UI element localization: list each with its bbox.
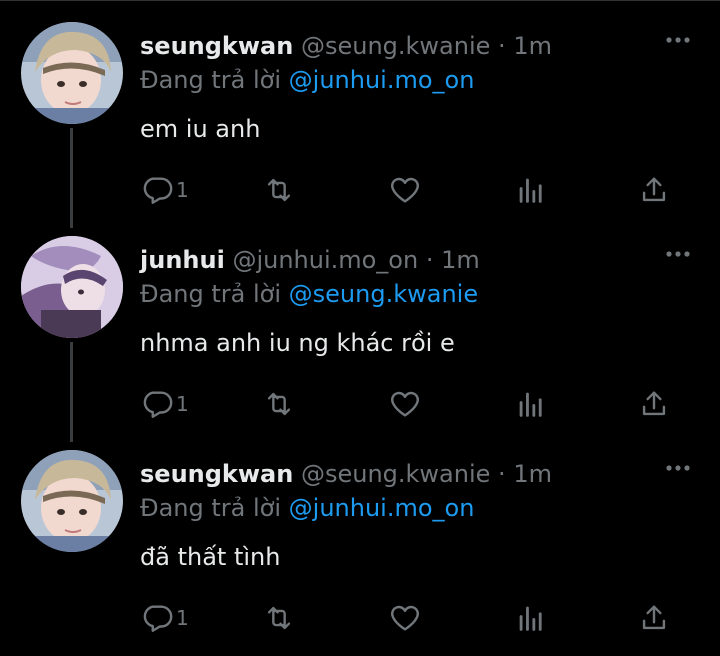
- junhui-avatar-image: [21, 236, 123, 338]
- more-icon[interactable]: [664, 456, 692, 480]
- views-icon: [519, 178, 542, 203]
- tweet-header: seungkwan @seung.kwanie · 1m: [140, 458, 552, 490]
- reply-button[interactable]: 1: [140, 170, 189, 210]
- tweet-header: junhui @junhui.mo_on · 1m: [140, 244, 480, 276]
- like-icon: [391, 605, 419, 631]
- tweet-text: đã thất tình: [140, 543, 281, 571]
- reply-prefix: Đang trả lời: [140, 66, 282, 94]
- like-button[interactable]: [388, 384, 422, 424]
- like-icon: [391, 391, 419, 417]
- reply-button[interactable]: 1: [140, 598, 189, 638]
- reply-count: 1: [176, 178, 189, 202]
- share-icon: [642, 391, 666, 416]
- display-name[interactable]: junhui: [140, 246, 225, 274]
- reply-prefix: Đang trả lời: [140, 280, 282, 308]
- user-handle[interactable]: @seung.kwanie: [301, 460, 490, 488]
- retweet-button[interactable]: [262, 384, 296, 424]
- mention-link[interactable]: @seung.kwanie: [289, 280, 478, 308]
- share-icon: [642, 177, 666, 202]
- reply-count: 1: [176, 392, 189, 416]
- timestamp[interactable]: 1m: [513, 460, 552, 488]
- more-icon[interactable]: [664, 242, 692, 266]
- views-button[interactable]: [514, 170, 548, 210]
- mention-link[interactable]: @junhui.mo_on: [289, 66, 475, 94]
- tweet[interactable]: seungkwan @seung.kwanie · 1m Đang trả lờ…: [0, 0, 720, 214]
- retweet-icon: [267, 392, 291, 416]
- reply-icon: [143, 177, 173, 204]
- retweet-icon: [267, 178, 291, 202]
- user-handle[interactable]: @seung.kwanie: [301, 32, 490, 60]
- action-bar: 1: [0, 384, 720, 424]
- like-icon: [391, 177, 419, 203]
- timestamp[interactable]: 1m: [441, 246, 480, 274]
- reply-count: 1: [176, 606, 189, 630]
- separator-dot: ·: [498, 32, 506, 60]
- retweet-button[interactable]: [262, 170, 296, 210]
- share-icon: [642, 605, 666, 630]
- views-button[interactable]: [514, 598, 548, 638]
- display-name[interactable]: seungkwan: [140, 32, 293, 60]
- share-button[interactable]: [637, 170, 671, 210]
- views-icon: [519, 606, 542, 631]
- share-button[interactable]: [637, 384, 671, 424]
- retweet-button[interactable]: [262, 598, 296, 638]
- tweet[interactable]: seungkwan @seung.kwanie · 1m Đang trả lờ…: [0, 428, 720, 642]
- tweet-text: nhma anh iu ng khác rồi e: [140, 329, 455, 357]
- action-bar: 1: [0, 598, 720, 638]
- retweet-icon: [267, 606, 291, 630]
- like-button[interactable]: [388, 598, 422, 638]
- replying-to: Đang trả lời @junhui.mo_on: [140, 64, 474, 96]
- reply-button[interactable]: 1: [140, 384, 189, 424]
- avatar[interactable]: [21, 22, 123, 124]
- reply-icon: [143, 391, 173, 418]
- avatar[interactable]: [21, 236, 123, 338]
- reply-prefix: Đang trả lời: [140, 494, 282, 522]
- action-bar: 1: [0, 170, 720, 210]
- separator-dot: ·: [498, 460, 506, 488]
- avatar[interactable]: [21, 450, 123, 552]
- display-name[interactable]: seungkwan: [140, 460, 293, 488]
- share-button[interactable]: [637, 598, 671, 638]
- tweet[interactable]: junhui @junhui.mo_on · 1m Đang trả lời @…: [0, 214, 720, 428]
- views-icon: [519, 392, 542, 417]
- timestamp[interactable]: 1m: [513, 32, 552, 60]
- seungkwan-avatar-image: [21, 22, 123, 124]
- reply-icon: [143, 605, 173, 632]
- tweet-header: seungkwan @seung.kwanie · 1m: [140, 30, 552, 62]
- user-handle[interactable]: @junhui.mo_on: [232, 246, 418, 274]
- like-button[interactable]: [388, 170, 422, 210]
- tweet-text: em iu anh: [140, 115, 261, 143]
- separator-dot: ·: [425, 246, 434, 274]
- mention-link[interactable]: @junhui.mo_on: [289, 494, 475, 522]
- more-icon[interactable]: [664, 28, 692, 52]
- views-button[interactable]: [514, 384, 548, 424]
- replying-to: Đang trả lời @junhui.mo_on: [140, 492, 474, 524]
- replying-to: Đang trả lời @seung.kwanie: [140, 278, 478, 310]
- seungkwan-avatar-image: [21, 450, 123, 552]
